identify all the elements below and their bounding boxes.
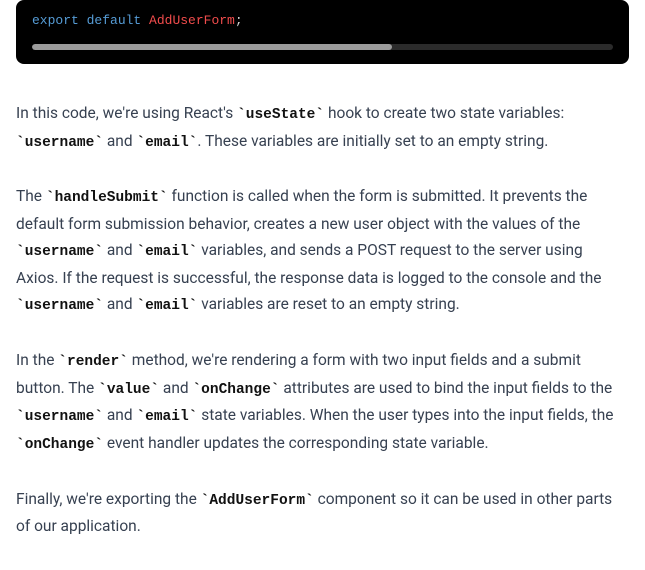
text: and — [103, 295, 136, 313]
code-username: username — [16, 244, 103, 260]
text: and — [103, 132, 136, 150]
paragraph-usestate: In this code, we're using React's useSta… — [16, 100, 629, 155]
code-username: username — [16, 409, 103, 425]
code-AddUserForm: AddUserForm — [201, 493, 314, 509]
text: . These variables are initially set to a… — [197, 132, 548, 150]
code-email: email — [136, 298, 197, 314]
text: and — [159, 379, 192, 397]
text: In the — [16, 351, 58, 369]
text: Finally, we're exporting the — [16, 490, 201, 508]
code-keyword-default: default — [87, 13, 142, 28]
code-onChange: onChange — [192, 382, 279, 398]
paragraph-render: In the render method, we're rendering a … — [16, 347, 629, 458]
text: hook to create two state variables: — [324, 104, 564, 122]
code-email: email — [136, 244, 197, 260]
code-useState: useState — [237, 107, 324, 123]
code-value: value — [98, 382, 159, 398]
horizontal-scrollbar[interactable] — [32, 44, 613, 50]
text: attributes are used to bind the input fi… — [280, 379, 613, 397]
code-onChange: onChange — [16, 437, 103, 453]
code-keyword-export: export — [32, 13, 79, 28]
code-terminator: ; — [235, 13, 243, 28]
code-email: email — [136, 135, 197, 151]
text: The — [16, 187, 46, 205]
text: In this code, we're using React's — [16, 104, 237, 122]
paragraph-handlesubmit: The handleSubmit function is called when… — [16, 183, 629, 319]
text: and — [103, 241, 136, 259]
horizontal-scrollbar-thumb[interactable] — [32, 44, 392, 50]
text: event handler updates the corresponding … — [103, 434, 489, 452]
text: and — [103, 406, 136, 424]
code-email: email — [136, 409, 197, 425]
paragraph-export: Finally, we're exporting the AddUserForm… — [16, 486, 629, 540]
code-line: export default AddUserForm; — [32, 12, 613, 30]
code-username: username — [16, 298, 103, 314]
text: state variables. When the user types int… — [197, 406, 613, 424]
code-identifier: AddUserForm — [149, 13, 235, 28]
text: variables are reset to an empty string. — [197, 295, 459, 313]
code-username: username — [16, 135, 103, 151]
code-render: render — [58, 354, 128, 370]
document-page: export default AddUserForm; In this code… — [0, 0, 645, 570]
code-block: export default AddUserForm; — [16, 0, 629, 64]
code-handleSubmit: handleSubmit — [46, 190, 168, 206]
